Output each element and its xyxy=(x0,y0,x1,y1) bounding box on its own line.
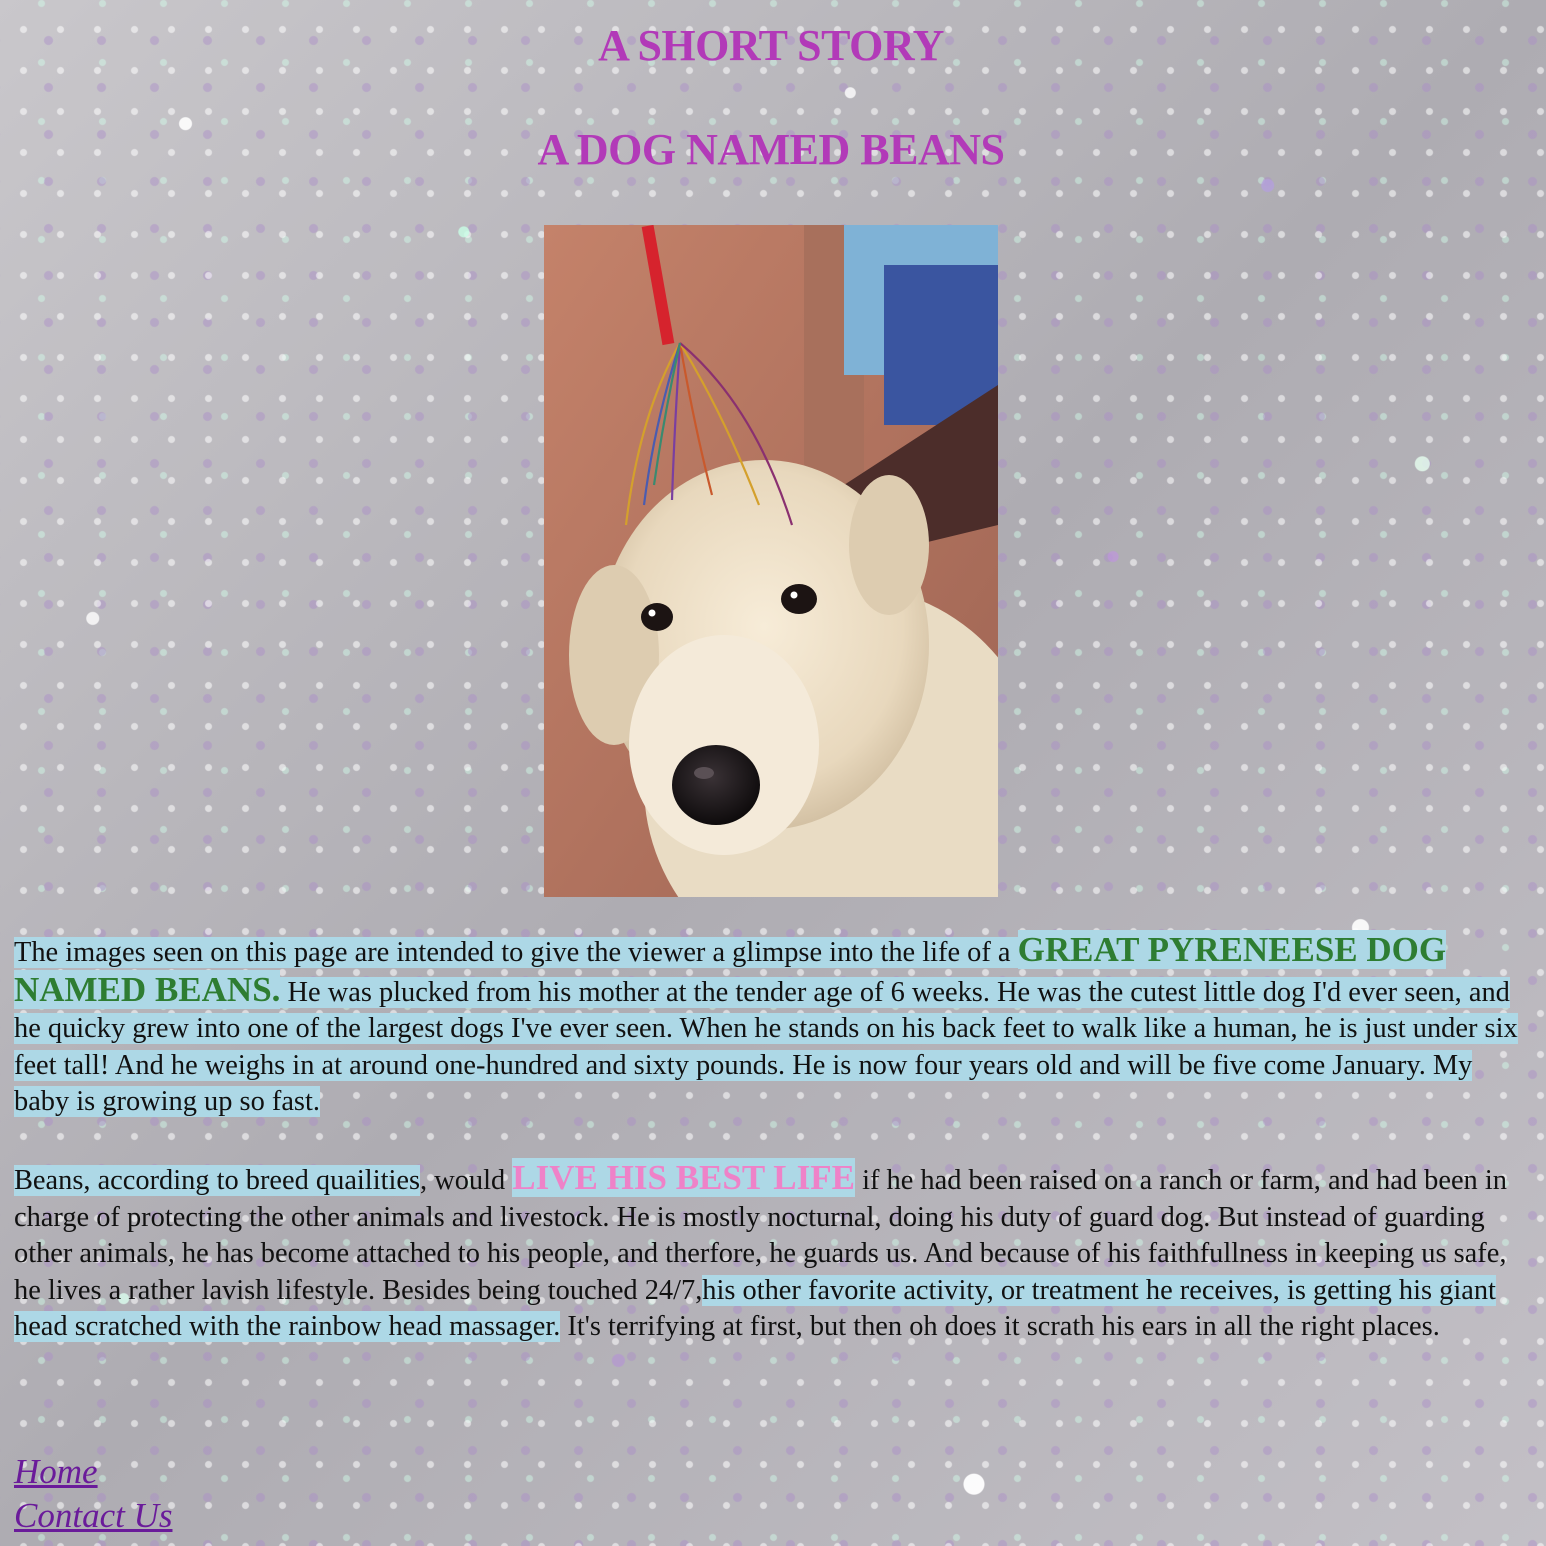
page-title: A SHORT STORY xyxy=(598,21,944,70)
home-link[interactable]: Home xyxy=(14,1450,172,1494)
story-text: , would xyxy=(420,1165,513,1196)
story-text: It's terrifying at first, but then oh do… xyxy=(560,1311,1440,1342)
story-text: Beans, according to breed quailities xyxy=(14,1165,421,1196)
dog-photo xyxy=(544,225,998,897)
story-paragraph-1: The images seen on this page are intende… xyxy=(14,930,1532,1121)
page-subtitle: A DOG NAMED BEANS xyxy=(537,125,1006,174)
best-life-highlight: LIVE HIS BEST LIFE xyxy=(512,1158,855,1197)
story-paragraph-2: Beans, according to breed quailities, wo… xyxy=(14,1158,1532,1346)
contact-us-link[interactable]: Contact Us xyxy=(14,1494,172,1538)
footer-nav: Home Contact Us xyxy=(14,1450,172,1538)
intro-text: The images seen on this page are intende… xyxy=(14,937,1018,968)
